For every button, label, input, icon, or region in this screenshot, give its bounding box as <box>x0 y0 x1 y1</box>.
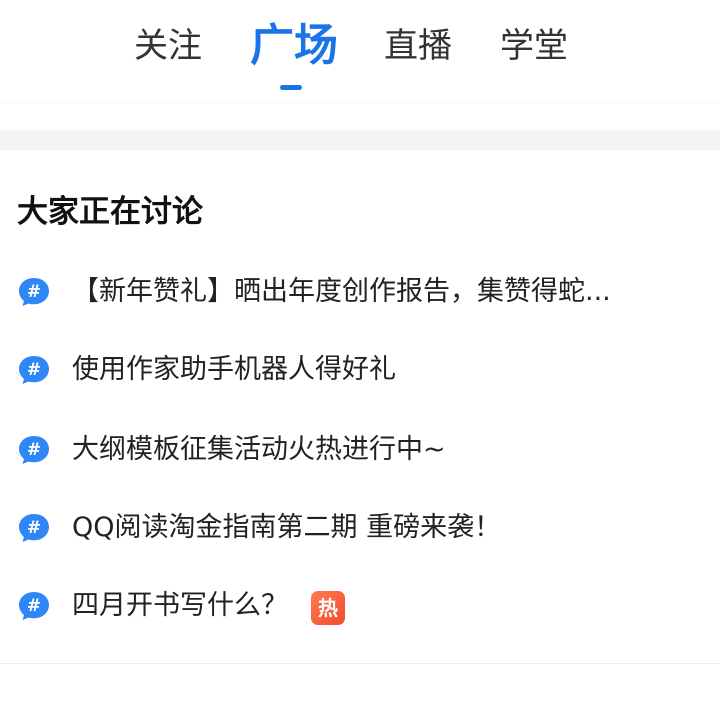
hashtag-chat-icon: # <box>19 592 49 620</box>
active-tab-indicator <box>280 85 302 90</box>
svg-text:#: # <box>27 360 41 380</box>
discussion-item-text: 大纲模板征集活动火热进行中~ <box>72 434 446 465</box>
discussion-item-text: QQ阅读淘金指南第二期 重磅来袭！ <box>72 512 502 543</box>
hashtag-chat-icon: # <box>19 436 49 464</box>
tab-follow[interactable]: 关注 <box>134 24 202 68</box>
discussion-item-text: 使用作家助手机器人得好礼 <box>72 354 396 385</box>
tab-live[interactable]: 直播 <box>384 24 452 68</box>
discussion-item[interactable]: # 使用作家助手机器人得好礼 <box>0 348 720 398</box>
hashtag-chat-icon: # <box>19 356 49 384</box>
hashtag-chat-icon: # <box>19 514 49 542</box>
discussion-item[interactable]: # 【新年赞礼】晒出年度创作报告，集赞得蛇... <box>0 270 720 320</box>
top-navigation: 关注 广场 直播 学堂 <box>0 0 720 100</box>
discussion-item-text: 四月开书写什么？ <box>72 590 288 621</box>
discussion-item[interactable]: # 四月开书写什么？ 热 <box>0 584 720 634</box>
discussion-item[interactable]: # QQ阅读淘金指南第二期 重磅来袭！ <box>0 506 720 556</box>
tab-academy[interactable]: 学堂 <box>500 24 568 68</box>
svg-text:#: # <box>27 596 41 616</box>
svg-text:#: # <box>27 282 41 302</box>
bottom-divider <box>0 663 720 664</box>
discussion-item[interactable]: # 大纲模板征集活动火热进行中~ <box>0 428 720 478</box>
section-title: 大家正在讨论 <box>17 194 203 230</box>
svg-text:#: # <box>27 440 41 460</box>
tab-square[interactable]: 广场 <box>250 20 338 72</box>
discussion-item-text: 【新年赞礼】晒出年度创作报告，集赞得蛇... <box>72 276 611 307</box>
svg-text:#: # <box>27 518 41 538</box>
hot-badge: 热 <box>311 591 345 625</box>
hashtag-chat-icon: # <box>19 278 49 306</box>
section-separator <box>0 100 720 150</box>
